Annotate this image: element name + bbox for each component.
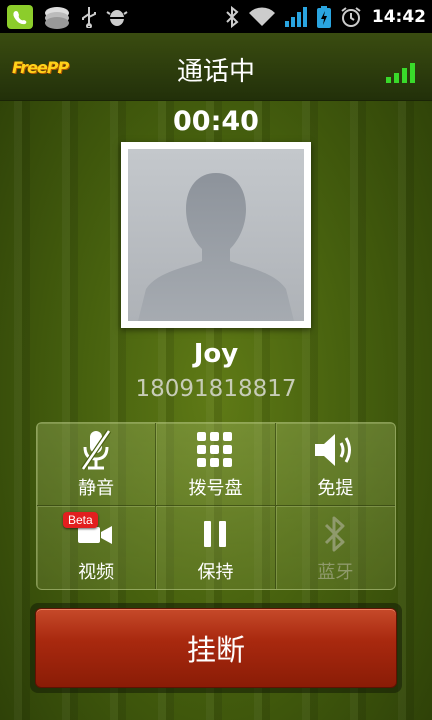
bluetooth-icon (224, 5, 240, 29)
call-duration: 00:40 (173, 106, 259, 137)
avatar (128, 149, 304, 321)
contact-name: Joy (193, 339, 239, 369)
speaker-icon (313, 428, 357, 472)
speaker-button[interactable]: 免提 (275, 423, 395, 506)
status-time: 14:42 (371, 6, 426, 27)
freepp-notification-icon (6, 4, 34, 30)
cloud-icon (42, 4, 72, 30)
status-bar: 14:42 (0, 0, 432, 33)
call-controls: 静音 拨号盘 免提 Beta 视频 保持 蓝牙 (36, 422, 396, 590)
contact-photo (121, 142, 311, 328)
hold-label: 保持 (197, 561, 234, 583)
bluetooth-label: 蓝牙 (317, 561, 354, 583)
dialpad-icon (196, 428, 234, 472)
signal-strength-icon (386, 61, 418, 83)
cell-signal-icon (284, 6, 308, 28)
bluetooth-icon (322, 512, 348, 556)
beta-badge: Beta (63, 512, 98, 528)
usb-icon (80, 6, 98, 28)
android-debug-icon (106, 6, 128, 28)
video-label: 视频 (78, 561, 115, 583)
page-title: 通话中 (176, 57, 255, 87)
title-bar: FreePP 通话中 (0, 33, 432, 101)
mute-label: 静音 (78, 478, 115, 499)
hangup-button[interactable]: 挂断 (35, 608, 397, 688)
wifi-icon (248, 6, 276, 28)
alarm-icon (340, 6, 362, 28)
contact-number: 18091818817 (135, 376, 297, 402)
dialpad-button[interactable]: 拨号盘 (156, 423, 276, 506)
dialpad-label: 拨号盘 (188, 478, 243, 499)
hangup-container: 挂断 (30, 603, 402, 693)
hold-button[interactable]: 保持 (156, 506, 276, 589)
speaker-label: 免提 (317, 478, 354, 499)
pause-icon (202, 512, 228, 556)
person-silhouette-icon (138, 173, 294, 321)
bluetooth-button[interactable]: 蓝牙 (276, 506, 395, 589)
video-button[interactable]: Beta 视频 (37, 506, 157, 589)
mute-button[interactable]: 静音 (37, 423, 157, 506)
battery-charging-icon (316, 5, 332, 29)
mute-mic-icon (79, 428, 113, 472)
